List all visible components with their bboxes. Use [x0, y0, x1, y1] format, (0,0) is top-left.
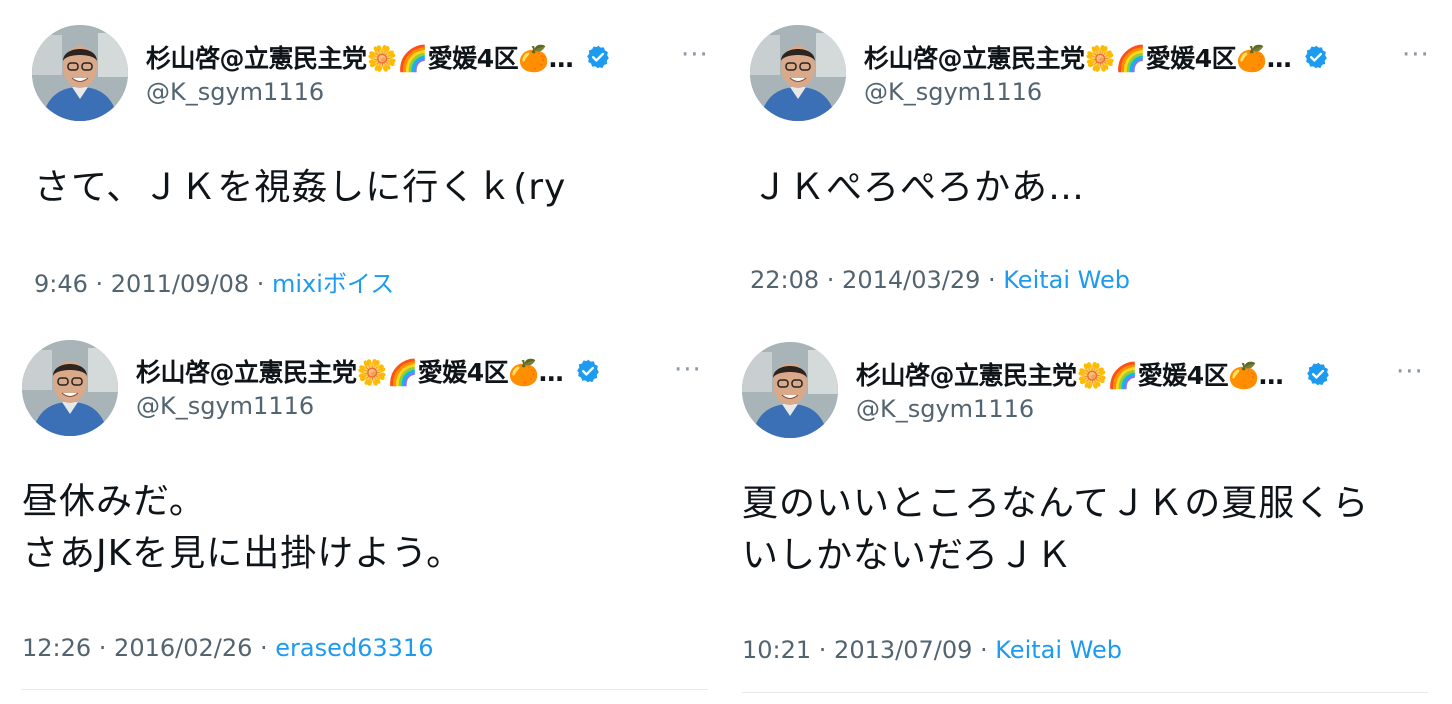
tweet-meta: 10:21 · 2013/07/09 · Keitai Web: [742, 636, 1122, 664]
more-options-icon[interactable]: ···: [1396, 359, 1424, 385]
tweet-meta: 9:46 · 2011/09/08 · mixiボイス: [34, 264, 394, 299]
timestamp[interactable]: 10:21 · 2013/07/09 ·: [742, 636, 995, 664]
avatar[interactable]: [742, 342, 838, 438]
display-name[interactable]: 杉山啓@立憲民主党🌼🌈愛媛4区🍊…: [146, 39, 574, 75]
timestamp[interactable]: 12:26 · 2016/02/26 ·: [22, 634, 275, 662]
tweet-card[interactable]: 杉山啓@立憲民主党🌼🌈愛媛4区🍊… ··· @K_sgym1116 ＪＫぺろぺろ…: [726, 0, 1452, 340]
handle[interactable]: @K_sgym1116: [136, 392, 314, 420]
tweet-text: 昼休みだ。 さあJKを見に出掛けよう。: [22, 476, 463, 580]
profile-photo-icon: [32, 25, 128, 121]
divider: [22, 689, 708, 690]
avatar[interactable]: [32, 25, 128, 121]
tweet-text-line: 昼休みだ。: [22, 481, 206, 522]
verified-badge-icon: [587, 45, 610, 69]
display-name[interactable]: 杉山啓@立憲民主党🌼🌈愛媛4区🍊…: [864, 39, 1292, 75]
tweet-text: 夏のいいところなんてＪＫの夏服くら いしかないだろＪＫ: [742, 478, 1369, 582]
tweet-meta: 22:08 · 2014/03/29 · Keitai Web: [750, 266, 1130, 294]
divider: [742, 692, 1428, 693]
profile-photo-icon: [750, 25, 846, 121]
tweet-text: ＪＫぺろぺろかあ…: [752, 162, 1085, 214]
display-name[interactable]: 杉山啓@立憲民主党🌼🌈愛媛4区🍊…: [856, 356, 1284, 392]
handle[interactable]: @K_sgym1116: [864, 78, 1042, 106]
timestamp[interactable]: 9:46 · 2011/09/08 ·: [34, 270, 272, 298]
tweet-card[interactable]: 杉山啓@立憲民主党🌼🌈愛媛4区🍊… ··· @K_sgym1116 さて、ＪＫを…: [0, 0, 726, 340]
tweet-meta: 12:26 · 2016/02/26 · erased63316: [22, 634, 433, 662]
tweet-card[interactable]: 杉山啓@立憲民主党🌼🌈愛媛4区🍊… ··· @K_sgym1116 昼休みだ。 …: [0, 340, 726, 704]
more-options-icon[interactable]: ···: [1402, 42, 1430, 68]
timestamp[interactable]: 22:08 · 2014/03/29 ·: [750, 266, 1003, 294]
handle[interactable]: @K_sgym1116: [146, 78, 324, 106]
tweet-text-line: いしかないだろＪＫ: [742, 535, 1073, 576]
more-options-icon[interactable]: ···: [674, 357, 702, 383]
tweet-card[interactable]: 杉山啓@立憲民主党🌼🌈愛媛4区🍊… ··· @K_sgym1116 夏のいいとこ…: [726, 340, 1452, 704]
tweet-text: さて、ＪＫを視姦しに行くｋ(ry: [34, 162, 566, 214]
tweet-text-line: ＪＫぺろぺろかあ…: [752, 167, 1086, 208]
source-link[interactable]: Keitai Web: [995, 636, 1122, 664]
tweet-text-line: さて、ＪＫを視姦しに行くｋ(ry: [34, 167, 567, 208]
tweet-text-line: 夏のいいところなんてＪＫの夏服くら: [742, 483, 1370, 524]
tweet-text-line: さあJKを見に出掛けよう。: [22, 533, 464, 574]
verified-badge-icon: [577, 359, 600, 383]
verified-badge-icon: [1305, 45, 1328, 69]
verified-badge-icon: [1307, 362, 1330, 386]
avatar[interactable]: [22, 340, 118, 436]
display-name[interactable]: 杉山啓@立憲民主党🌼🌈愛媛4区🍊…: [136, 353, 564, 389]
profile-photo-icon: [22, 340, 118, 436]
handle[interactable]: @K_sgym1116: [856, 395, 1034, 423]
avatar[interactable]: [750, 25, 846, 121]
source-link[interactable]: erased63316: [275, 634, 433, 662]
profile-photo-icon: [742, 342, 838, 438]
more-options-icon[interactable]: ···: [681, 42, 709, 68]
source-link[interactable]: Keitai Web: [1003, 266, 1130, 294]
source-link[interactable]: mixiボイス: [272, 270, 394, 298]
